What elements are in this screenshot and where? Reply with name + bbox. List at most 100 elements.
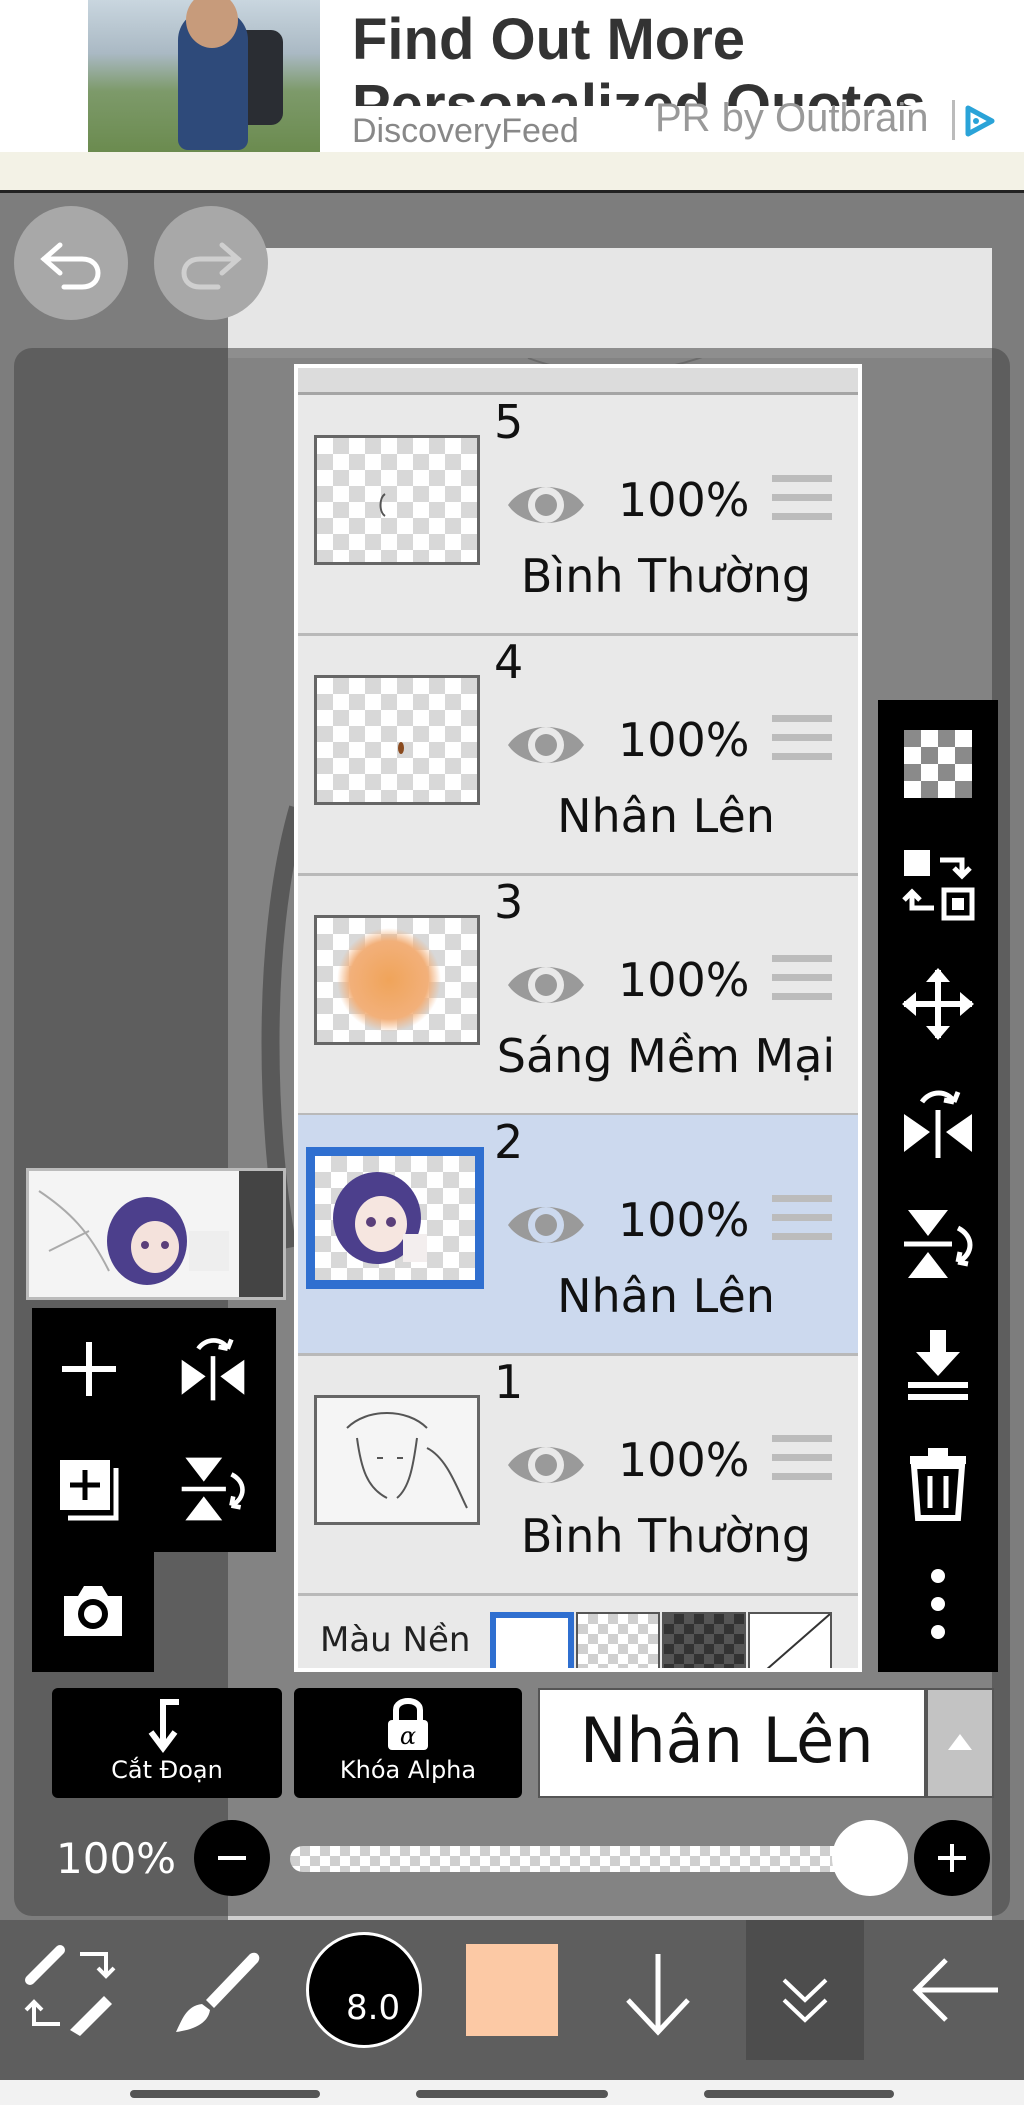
move-icon[interactable] — [900, 966, 976, 1042]
plus-icon — [938, 1844, 966, 1872]
layer-number: 1 — [494, 1355, 524, 1409]
current-color-swatch[interactable] — [466, 1944, 558, 2036]
ad-title[interactable]: Find Out More — [352, 6, 745, 73]
duplicate-layer-icon[interactable] — [54, 1454, 124, 1524]
brush-icon[interactable] — [166, 1940, 266, 2040]
ad-bottom-strip — [0, 152, 1024, 193]
flip-horizontal-icon[interactable] — [178, 1334, 248, 1404]
layer-row-5[interactable]: 5 100% Bình Thường — [298, 395, 858, 636]
layer-blend-mode: Bình Thường — [520, 1509, 812, 1563]
transform-tool-icon[interactable] — [20, 1940, 120, 2040]
layer-row-2[interactable]: 2 100% Nhân Lên — [298, 1115, 858, 1356]
flip-vertical-icon[interactable] — [900, 1206, 976, 1282]
layer-blend-mode: Sáng Mềm Mại — [496, 1029, 836, 1083]
layer-number: 4 — [494, 635, 524, 689]
alpha-lock-button[interactable]: α Khóa Alpha — [294, 1688, 522, 1798]
undo-button[interactable] — [14, 206, 128, 320]
ad-source: DiscoveryFeed — [352, 112, 579, 150]
nav-handle-right — [704, 2090, 894, 2098]
eye-icon[interactable] — [504, 475, 588, 535]
right-toolbar — [878, 700, 998, 1672]
transparency-icon[interactable] — [900, 726, 976, 802]
layer-blend-mode: Bình Thường — [520, 549, 812, 603]
adchoices-icon[interactable] — [962, 104, 998, 138]
eye-icon[interactable] — [504, 715, 588, 775]
bg-transparent-dark-swatch[interactable] — [662, 1612, 746, 1668]
layer-opacity-label: 100% — [56, 1834, 177, 1883]
layer-row-4[interactable]: 4 100% Nhân Lên — [298, 635, 858, 876]
lock-icon: α — [388, 1698, 428, 1750]
eye-icon[interactable] — [504, 1195, 588, 1255]
redo-button[interactable] — [154, 206, 268, 320]
layer-number: 3 — [494, 875, 524, 929]
brush-size-value: 8.0 — [346, 1988, 401, 2028]
drag-handle-icon[interactable] — [772, 1195, 832, 1247]
add-layer-icon[interactable] — [54, 1334, 124, 1404]
layer-thumbnail — [314, 435, 480, 565]
minus-icon — [218, 1856, 246, 1860]
layer-thumbnail — [314, 915, 480, 1045]
opacity-increase-button[interactable] — [914, 1820, 990, 1896]
nav-handle-center — [416, 2090, 608, 2098]
left-toolbar-camera — [32, 1552, 154, 1672]
layer-opacity: 100% — [618, 473, 750, 527]
ad-image[interactable] — [88, 0, 320, 152]
merge-down-icon[interactable] — [900, 1326, 976, 1402]
navigator-preview[interactable] — [26, 1168, 286, 1300]
opacity-slider-handle[interactable] — [832, 1820, 908, 1896]
opacity-decrease-button[interactable] — [194, 1820, 270, 1896]
opacity-slider-track[interactable] — [290, 1846, 890, 1872]
layer-opacity: 100% — [618, 953, 750, 1007]
arrow-down-icon[interactable] — [608, 1944, 708, 2044]
layer-opacity: 100% — [618, 1433, 750, 1487]
undo-icon — [40, 242, 101, 290]
layer-row-1[interactable]: 1 100% Bình Thường — [298, 1355, 858, 1596]
left-toolbar — [32, 1308, 276, 1552]
bg-none-swatch[interactable] — [748, 1612, 832, 1668]
trash-icon[interactable] — [900, 1446, 976, 1522]
layer-thumbnail — [314, 1395, 480, 1525]
layer-number: 2 — [494, 1115, 524, 1169]
drag-handle-icon[interactable] — [772, 955, 832, 1007]
layer-thumbnail — [314, 675, 480, 805]
layer-number: 5 — [494, 395, 524, 449]
layer-thumbnail — [306, 1147, 484, 1289]
clip-arrow-icon — [148, 1699, 179, 1753]
drag-handle-icon[interactable] — [772, 715, 832, 767]
back-arrow-icon[interactable] — [906, 1940, 1006, 2040]
flip-horizontal-icon[interactable] — [900, 1086, 976, 1162]
clipping-button[interactable]: Cắt Đoạn — [52, 1688, 282, 1798]
bg-white-swatch[interactable] — [490, 1612, 574, 1668]
drag-handle-icon[interactable] — [772, 1435, 832, 1487]
drag-handle-icon[interactable] — [772, 475, 832, 527]
ad-banner[interactable]: Find Out More Personalized Quotes Discov… — [0, 0, 1024, 152]
bg-transparent-light-swatch[interactable] — [576, 1612, 660, 1668]
svg-text:α: α — [400, 1722, 416, 1750]
alpha-lock-label: Khóa Alpha — [339, 1756, 477, 1784]
eye-icon[interactable] — [504, 955, 588, 1015]
swap-layer-icon[interactable] — [900, 846, 976, 922]
collapse-panel-button[interactable] — [746, 1920, 864, 2060]
layer-opacity: 100% — [618, 713, 750, 767]
canvas-top-area — [228, 248, 992, 358]
layer-row-3[interactable]: 3 100% Sáng Mềm Mại — [298, 875, 858, 1116]
nav-handle-left — [130, 2090, 320, 2098]
clipping-label: Cắt Đoạn — [111, 1756, 223, 1784]
blend-mode-dropdown[interactable]: Nhân Lên — [538, 1688, 926, 1798]
ad-sponsor-label[interactable]: PR by Outbrain — [655, 96, 928, 141]
blend-mode-value: Nhân Lên — [580, 1704, 874, 1777]
layer-blend-mode: Nhân Lên — [557, 789, 775, 843]
background-color-label: Màu Nền — [320, 1620, 471, 1660]
flip-vertical-icon[interactable] — [178, 1454, 248, 1524]
redo-icon — [181, 242, 242, 290]
chevron-double-down-icon — [782, 1978, 828, 2023]
layer-blend-mode: Nhân Lên — [557, 1269, 775, 1323]
layer-list[interactable]: 5 100% Bình Thường 4 100% Nhân Lên 3 100… — [294, 364, 862, 1672]
blend-mode-dropdown-toggle[interactable] — [926, 1688, 994, 1798]
triangle-up-icon — [948, 1734, 972, 1750]
layer-list-header — [298, 368, 858, 395]
eye-icon[interactable] — [504, 1435, 588, 1495]
more-icon[interactable] — [900, 1566, 976, 1642]
layer-opacity: 100% — [618, 1193, 750, 1247]
camera-icon[interactable] — [58, 1576, 128, 1646]
